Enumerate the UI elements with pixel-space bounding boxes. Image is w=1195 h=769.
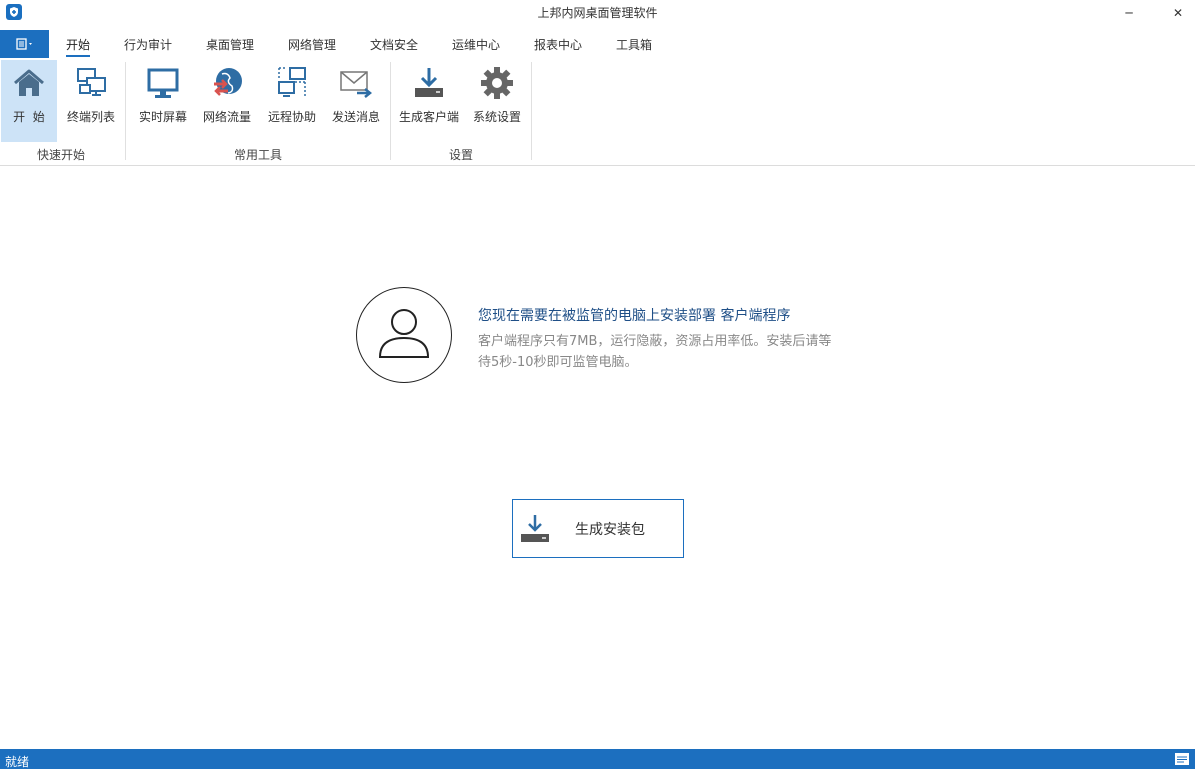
gear-icon [480,66,514,100]
user-avatar-icon [356,287,452,383]
tab-desktop-management[interactable]: 桌面管理 [206,36,254,53]
minimize-icon: ─ [1125,6,1133,20]
system-settings-label: 系统设置 [472,110,521,124]
tab-document-security[interactable]: 文档安全 [370,36,418,53]
close-icon: ✕ [1172,6,1184,20]
status-bar: 就绪 [0,749,1195,769]
tab-ops-center[interactable]: 运维中心 [452,36,500,53]
install-heading: 您现在需要在被监管的电脑上安装部署 客户端程序 [478,308,791,324]
close-button[interactable]: ✕ [1155,0,1195,26]
home-icon [12,66,46,100]
tab-start[interactable]: 开始 [66,36,90,53]
tab-network-management[interactable]: 网络管理 [288,36,336,53]
main-content: 您现在需要在被监管的电脑上安装部署 客户端程序 客户端程序只有7MB，运行隐蔽，… [0,166,1195,748]
file-menu-button[interactable] [0,30,49,58]
menu-icon [15,38,32,50]
group-label-quick-start: 快速开始 [37,148,86,162]
terminal-list-icon [74,66,108,100]
tab-toolbox[interactable]: 工具箱 [616,36,652,53]
network-traffic-button[interactable]: 网络流量 [198,60,256,142]
install-description: 客户端程序只有7MB，运行隐蔽，资源占用率低。安装后请等待5秒-10秒即可监管电… [478,334,832,370]
group-separator [125,62,126,160]
remote-assist-label: 远程协助 [267,110,316,124]
ribbon-tab-row: 开始 行为审计 桌面管理 网络管理 文档安全 运维中心 报表中心 工具箱 [0,30,1195,58]
status-text: 就绪 [5,755,30,769]
send-message-button[interactable]: 发送消息 [327,60,385,142]
tab-behavior-audit[interactable]: 行为审计 [124,36,172,53]
generate-package-label: 生成安装包 [575,521,645,538]
group-separator [531,62,532,160]
send-message-label: 发送消息 [331,110,380,124]
realtime-screen-label: 实时屏幕 [138,110,187,124]
window-title: 上邦内网桌面管理软件 [537,6,658,20]
network-traffic-icon [210,66,244,100]
title-bar: 上邦内网桌面管理软件 ─ ✕ [0,0,1195,26]
download-icon [517,511,553,547]
group-label-common-tools: 常用工具 [234,148,283,162]
download-icon [412,66,446,100]
group-label-settings: 设置 [449,148,474,162]
status-panel-icon[interactable] [1175,753,1189,768]
system-settings-button[interactable]: 系统设置 [468,60,526,142]
ribbon-panel: 开 始 终端列表 快速开始 实时屏幕 网络流量 远程协助 发送消息 常用工具 生… [0,58,1195,166]
generate-client-label: 生成客户端 [398,110,459,124]
generate-client-button[interactable]: 生成客户端 [396,60,462,142]
start-button-label: 开 始 [13,110,45,124]
terminal-list-button[interactable]: 终端列表 [62,60,120,142]
send-message-icon [339,66,373,100]
remote-assist-icon [275,66,309,100]
remote-assist-button[interactable]: 远程协助 [263,60,321,142]
terminal-list-label: 终端列表 [66,110,115,124]
generate-package-button[interactable]: 生成安装包 [512,499,684,558]
group-separator [390,62,391,160]
realtime-screen-button[interactable]: 实时屏幕 [134,60,192,142]
network-traffic-label: 网络流量 [202,110,251,124]
active-tab-indicator [66,55,90,57]
monitor-icon [146,66,180,100]
minimize-button[interactable]: ─ [1106,0,1152,26]
tab-report-center[interactable]: 报表中心 [534,36,582,53]
start-button[interactable]: 开 始 [1,60,57,142]
